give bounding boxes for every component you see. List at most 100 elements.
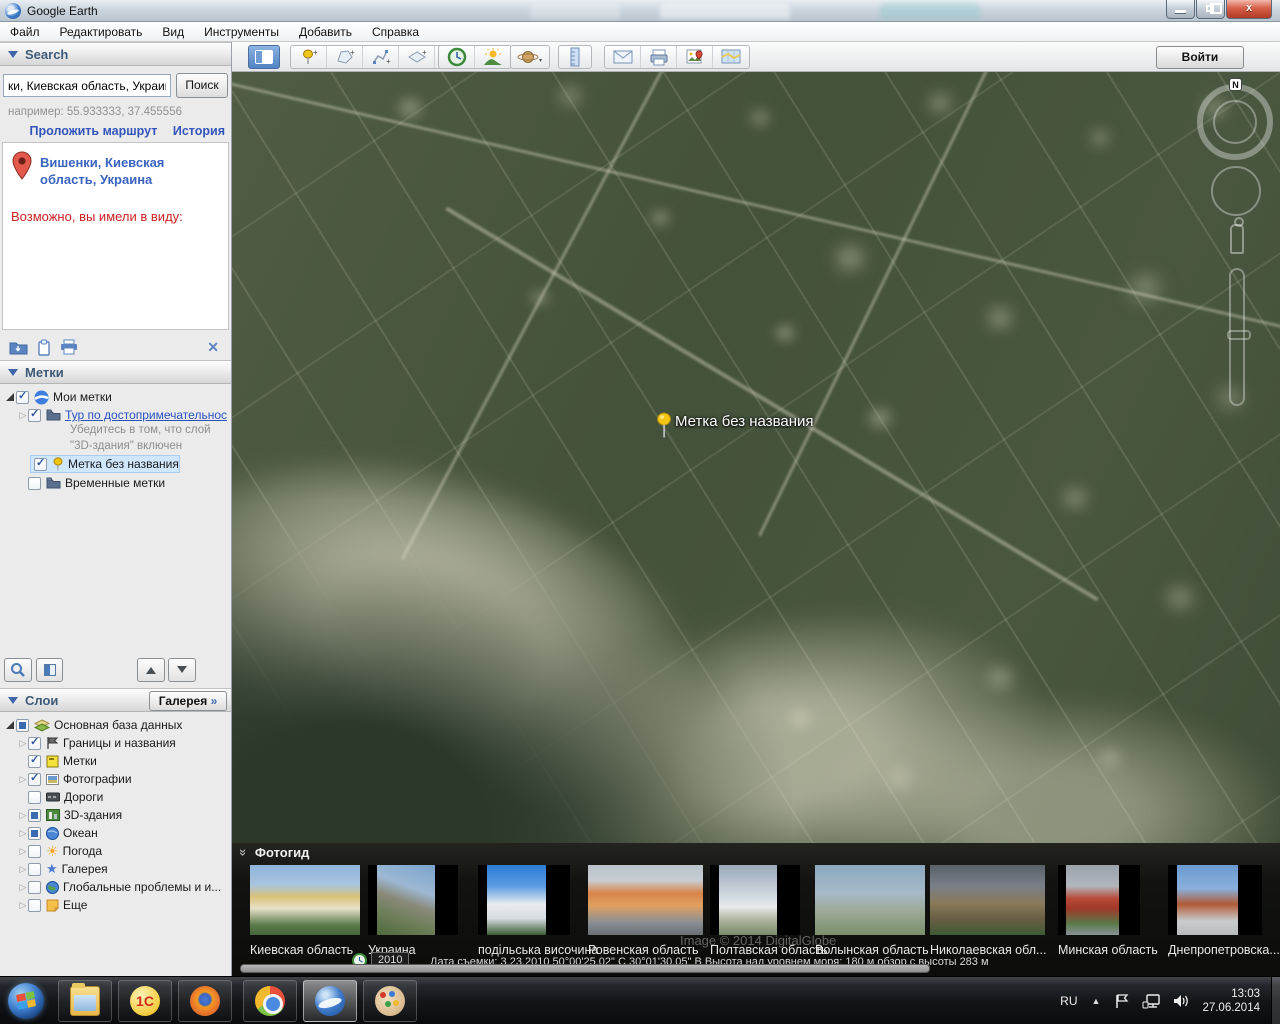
print-icon[interactable] <box>60 339 78 355</box>
hidden-icons-arrow[interactable]: ▲ <box>1092 996 1101 1006</box>
taskbar-1c-button[interactable]: 1С <box>118 980 172 1022</box>
save-image-button[interactable] <box>677 46 713 68</box>
photo-item[interactable]: Днепропетровска... <box>1168 865 1262 961</box>
toggle-sidebar-button[interactable] <box>248 45 280 69</box>
layer-ocean[interactable]: ▷ Океан <box>18 824 98 842</box>
checkbox[interactable]: ✓ <box>28 773 41 786</box>
network-icon[interactable] <box>1142 993 1161 1009</box>
map-viewport[interactable]: Метка без названия N » Фотогид Киевская … <box>232 72 1280 976</box>
search-input[interactable] <box>3 74 171 97</box>
menu-file[interactable]: Файл <box>0 22 50 41</box>
layer-roads[interactable]: Дороги <box>18 788 103 806</box>
checkbox[interactable] <box>28 881 41 894</box>
photo-item[interactable]: Киевская область <box>250 865 360 961</box>
checkbox[interactable] <box>28 809 41 822</box>
view-in-maps-button[interactable] <box>713 46 749 68</box>
places-item-temporary-places[interactable]: Временные метки <box>18 474 165 492</box>
close-button[interactable]: x <box>1226 0 1272 19</box>
checkbox[interactable]: ✓ <box>16 391 29 404</box>
pegman-icon[interactable] <box>1230 224 1244 254</box>
sunlight-button[interactable] <box>475 46 511 68</box>
photo-thumbnail[interactable] <box>719 865 777 935</box>
taskbar-explorer-button[interactable] <box>58 980 112 1022</box>
search-panel-header[interactable]: Search <box>0 42 231 66</box>
historical-imagery-button[interactable] <box>439 46 475 68</box>
add-placemark-button[interactable]: + <box>291 46 327 68</box>
photo-thumbnail[interactable] <box>1177 865 1237 935</box>
checkbox[interactable] <box>28 791 41 804</box>
add-path-button[interactable]: + <box>363 46 399 68</box>
expand-arrow-icon[interactable]: ▷ <box>18 410 28 421</box>
gallery-button[interactable]: Галерея » <box>149 691 227 711</box>
layer-3d-buildings[interactable]: ▷ 3D-здания <box>18 806 122 824</box>
collapse-strip-icon[interactable]: » <box>236 849 251 856</box>
start-button[interactable] <box>8 983 44 1019</box>
expand-arrow-icon[interactable]: ▷ <box>18 900 28 911</box>
expand-arrow-icon[interactable] <box>6 721 14 729</box>
checkbox[interactable]: ✓ <box>28 737 41 750</box>
photo-thumbnail[interactable] <box>487 865 546 935</box>
expand-arrow-icon[interactable] <box>6 393 14 401</box>
photo-thumbnail[interactable] <box>588 865 703 935</box>
search-result-item[interactable]: Вишенки, Киевская область, Украина <box>40 154 164 188</box>
photo-thumbnail[interactable] <box>815 865 925 935</box>
title-bar[interactable]: Google Earth x <box>0 0 1280 22</box>
show-desktop-button[interactable] <box>1271 977 1280 1024</box>
map-pushpin-icon[interactable] <box>656 412 673 440</box>
compass-north-label[interactable]: N <box>1229 78 1242 91</box>
photo-thumbnail[interactable] <box>930 865 1045 935</box>
history-link[interactable]: История <box>173 124 225 138</box>
expand-arrow-icon[interactable]: ▷ <box>18 738 28 749</box>
expand-arrow-icon[interactable]: ▷ <box>18 846 28 857</box>
sign-in-button[interactable]: Войти <box>1156 46 1244 69</box>
checkbox[interactable] <box>28 845 41 858</box>
next-result-button[interactable] <box>168 658 196 682</box>
ruler-button[interactable] <box>558 45 592 69</box>
find-places-button[interactable] <box>4 658 32 682</box>
copy-icon[interactable] <box>37 339 51 356</box>
search-button[interactable]: Поиск <box>176 73 228 98</box>
checkbox[interactable]: ✓ <box>34 458 47 471</box>
photo-item[interactable]: подільська височина <box>478 865 570 961</box>
email-button[interactable] <box>605 46 641 68</box>
places-item-sightseeing-tour[interactable]: ▷ ✓ Тур по достопримечательнос <box>18 406 227 424</box>
placemark-label[interactable]: Метка без названия <box>675 413 814 430</box>
photo-strip-scrollbar[interactable] <box>240 964 930 973</box>
expand-arrow-icon[interactable]: ▷ <box>18 882 28 893</box>
menu-tools[interactable]: Инструменты <box>194 22 289 41</box>
checkbox[interactable] <box>28 863 41 876</box>
layer-borders-labels[interactable]: ▷ ✓ Границы и названия <box>18 734 176 752</box>
photo-item[interactable]: Украина <box>368 865 458 961</box>
expand-arrow-icon[interactable]: ▷ <box>18 864 28 875</box>
expand-arrow-icon[interactable]: ▷ <box>18 774 28 785</box>
photo-item[interactable]: Николаевская обл... <box>930 865 1045 961</box>
action-center-flag-icon[interactable] <box>1114 993 1130 1009</box>
restore-button[interactable] <box>1196 0 1225 19</box>
taskbar-clock[interactable]: 13:03 27.06.2014 <box>1202 987 1260 1015</box>
look-joystick-ring[interactable] <box>1211 166 1261 216</box>
checkbox[interactable] <box>16 719 29 732</box>
expand-arrow-icon[interactable]: ▷ <box>18 810 28 821</box>
get-directions-link[interactable]: Проложить маршрут <box>30 124 158 138</box>
photo-thumbnail[interactable] <box>377 865 435 935</box>
taskbar-chrome-button[interactable] <box>243 980 297 1022</box>
checkbox[interactable]: ✓ <box>28 409 41 422</box>
layers-panel-header[interactable]: Слои Галерея » <box>0 688 231 712</box>
toggle-results-button[interactable] <box>36 658 63 682</box>
red-placemark-icon[interactable] <box>11 151 33 181</box>
photo-thumbnail[interactable] <box>1066 865 1119 935</box>
print-button[interactable] <box>641 46 677 68</box>
taskbar-firefox-button[interactable] <box>178 980 232 1022</box>
taskbar-paint-button[interactable] <box>363 980 417 1022</box>
planets-button[interactable] <box>510 45 550 69</box>
checkbox[interactable] <box>28 899 41 912</box>
close-search-results-icon[interactable]: ✕ <box>207 339 219 356</box>
menu-help[interactable]: Справка <box>362 22 429 41</box>
menu-edit[interactable]: Редактировать <box>50 22 153 41</box>
checkbox[interactable] <box>28 827 41 840</box>
zoom-slider[interactable] <box>1229 268 1245 406</box>
compass-inner-ring[interactable] <box>1213 100 1257 144</box>
menu-view[interactable]: Вид <box>152 22 194 41</box>
places-panel-header[interactable]: Метки <box>0 360 231 384</box>
places-item-my-places[interactable]: ✓ Мои метки <box>4 388 112 406</box>
